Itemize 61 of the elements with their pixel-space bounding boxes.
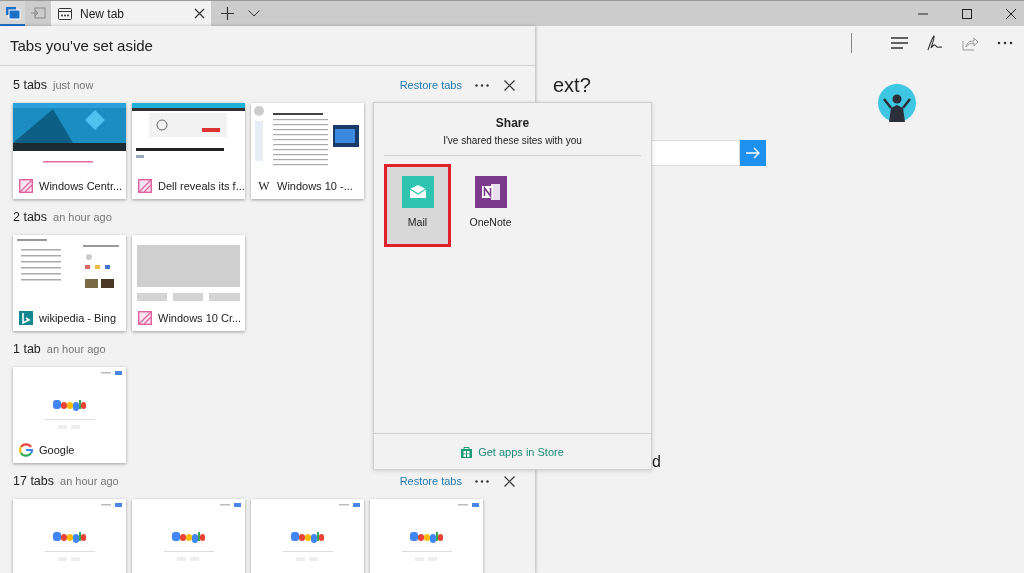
tab-card[interactable]: Windows Centr... bbox=[13, 103, 126, 199]
close-icon[interactable] bbox=[1006, 8, 1016, 19]
timestamp: an hour ago bbox=[46, 343, 106, 355]
mail-icon bbox=[401, 176, 434, 208]
share-app-tile[interactable]: Mail bbox=[384, 164, 451, 247]
tab-card[interactable]: Windows 10 Cr... bbox=[132, 235, 245, 331]
more-icon[interactable] bbox=[997, 41, 1013, 45]
chevron-down-icon[interactable] bbox=[248, 10, 260, 17]
site-icon: W bbox=[257, 178, 271, 194]
share-app-tile[interactable]: OneNote bbox=[457, 164, 524, 247]
more-icon[interactable] bbox=[475, 83, 489, 87]
share-subtitle: I've shared these sites with you bbox=[442, 135, 583, 146]
tab-page-icon bbox=[58, 7, 72, 20]
site-icon bbox=[19, 443, 33, 457]
page-text: d bbox=[652, 453, 661, 471]
arrow-right-icon bbox=[746, 147, 760, 159]
store-icon bbox=[461, 445, 473, 458]
avatar-icon[interactable] bbox=[878, 84, 916, 122]
more-icon[interactable] bbox=[475, 479, 489, 483]
notebook-icon bbox=[474, 176, 507, 208]
tab-count: 5 tabs bbox=[13, 78, 48, 92]
close-icon[interactable] bbox=[504, 79, 515, 91]
timestamp: an hour ago bbox=[60, 475, 119, 487]
restore-tabs-link[interactable]: Restore tabs bbox=[399, 79, 462, 91]
tab-card[interactable]: Google bbox=[13, 367, 126, 463]
tab-count: 17 tabs bbox=[13, 474, 54, 488]
card-title: Dell reveals its f... bbox=[158, 180, 245, 192]
maximize-icon[interactable] bbox=[962, 8, 972, 19]
tabs-icon bbox=[4, 5, 21, 20]
tab-card[interactable]: W Windows 10 -... bbox=[251, 103, 364, 199]
new-tab-icon[interactable] bbox=[221, 7, 234, 20]
timestamp: just now bbox=[53, 79, 94, 91]
restore-tabs-link[interactable]: Restore tabs bbox=[399, 475, 462, 487]
tab-title: New tab bbox=[80, 6, 126, 21]
card-title: Windows Centr... bbox=[39, 180, 123, 192]
browser-tab[interactable]: New tab bbox=[51, 1, 211, 26]
tab-count: 1 tab bbox=[13, 342, 41, 356]
panel-title: Tabs you've set aside bbox=[0, 26, 535, 66]
card-title: Windows 10 -... bbox=[277, 180, 353, 192]
timestamp: an hour ago bbox=[53, 211, 112, 223]
tab-card[interactable]: wikipedia - Bing bbox=[13, 235, 126, 331]
share-icon[interactable] bbox=[962, 35, 978, 51]
page-heading: ext? bbox=[553, 74, 591, 97]
close-icon[interactable] bbox=[194, 8, 205, 19]
site-icon bbox=[19, 179, 33, 193]
pen-icon[interactable] bbox=[927, 35, 943, 51]
tab-card[interactable]: Dell reveals its f... bbox=[132, 103, 245, 199]
tabs-aside-button[interactable] bbox=[0, 1, 25, 26]
site-icon bbox=[138, 311, 152, 325]
close-icon[interactable] bbox=[504, 475, 515, 487]
store-link[interactable]: Get apps in Store bbox=[461, 445, 564, 458]
share-title: Share bbox=[494, 116, 531, 130]
card-title: wikipedia - Bing bbox=[39, 312, 117, 324]
search-button[interactable] bbox=[740, 140, 766, 166]
card-title: Google bbox=[39, 444, 75, 456]
set-aside-icon bbox=[29, 6, 46, 19]
site-icon bbox=[19, 311, 33, 325]
site-icon bbox=[138, 179, 152, 193]
tab-count: 2 tabs bbox=[13, 210, 48, 224]
card-title: Windows 10 Cr... bbox=[158, 312, 242, 324]
hub-icon[interactable] bbox=[891, 37, 908, 49]
